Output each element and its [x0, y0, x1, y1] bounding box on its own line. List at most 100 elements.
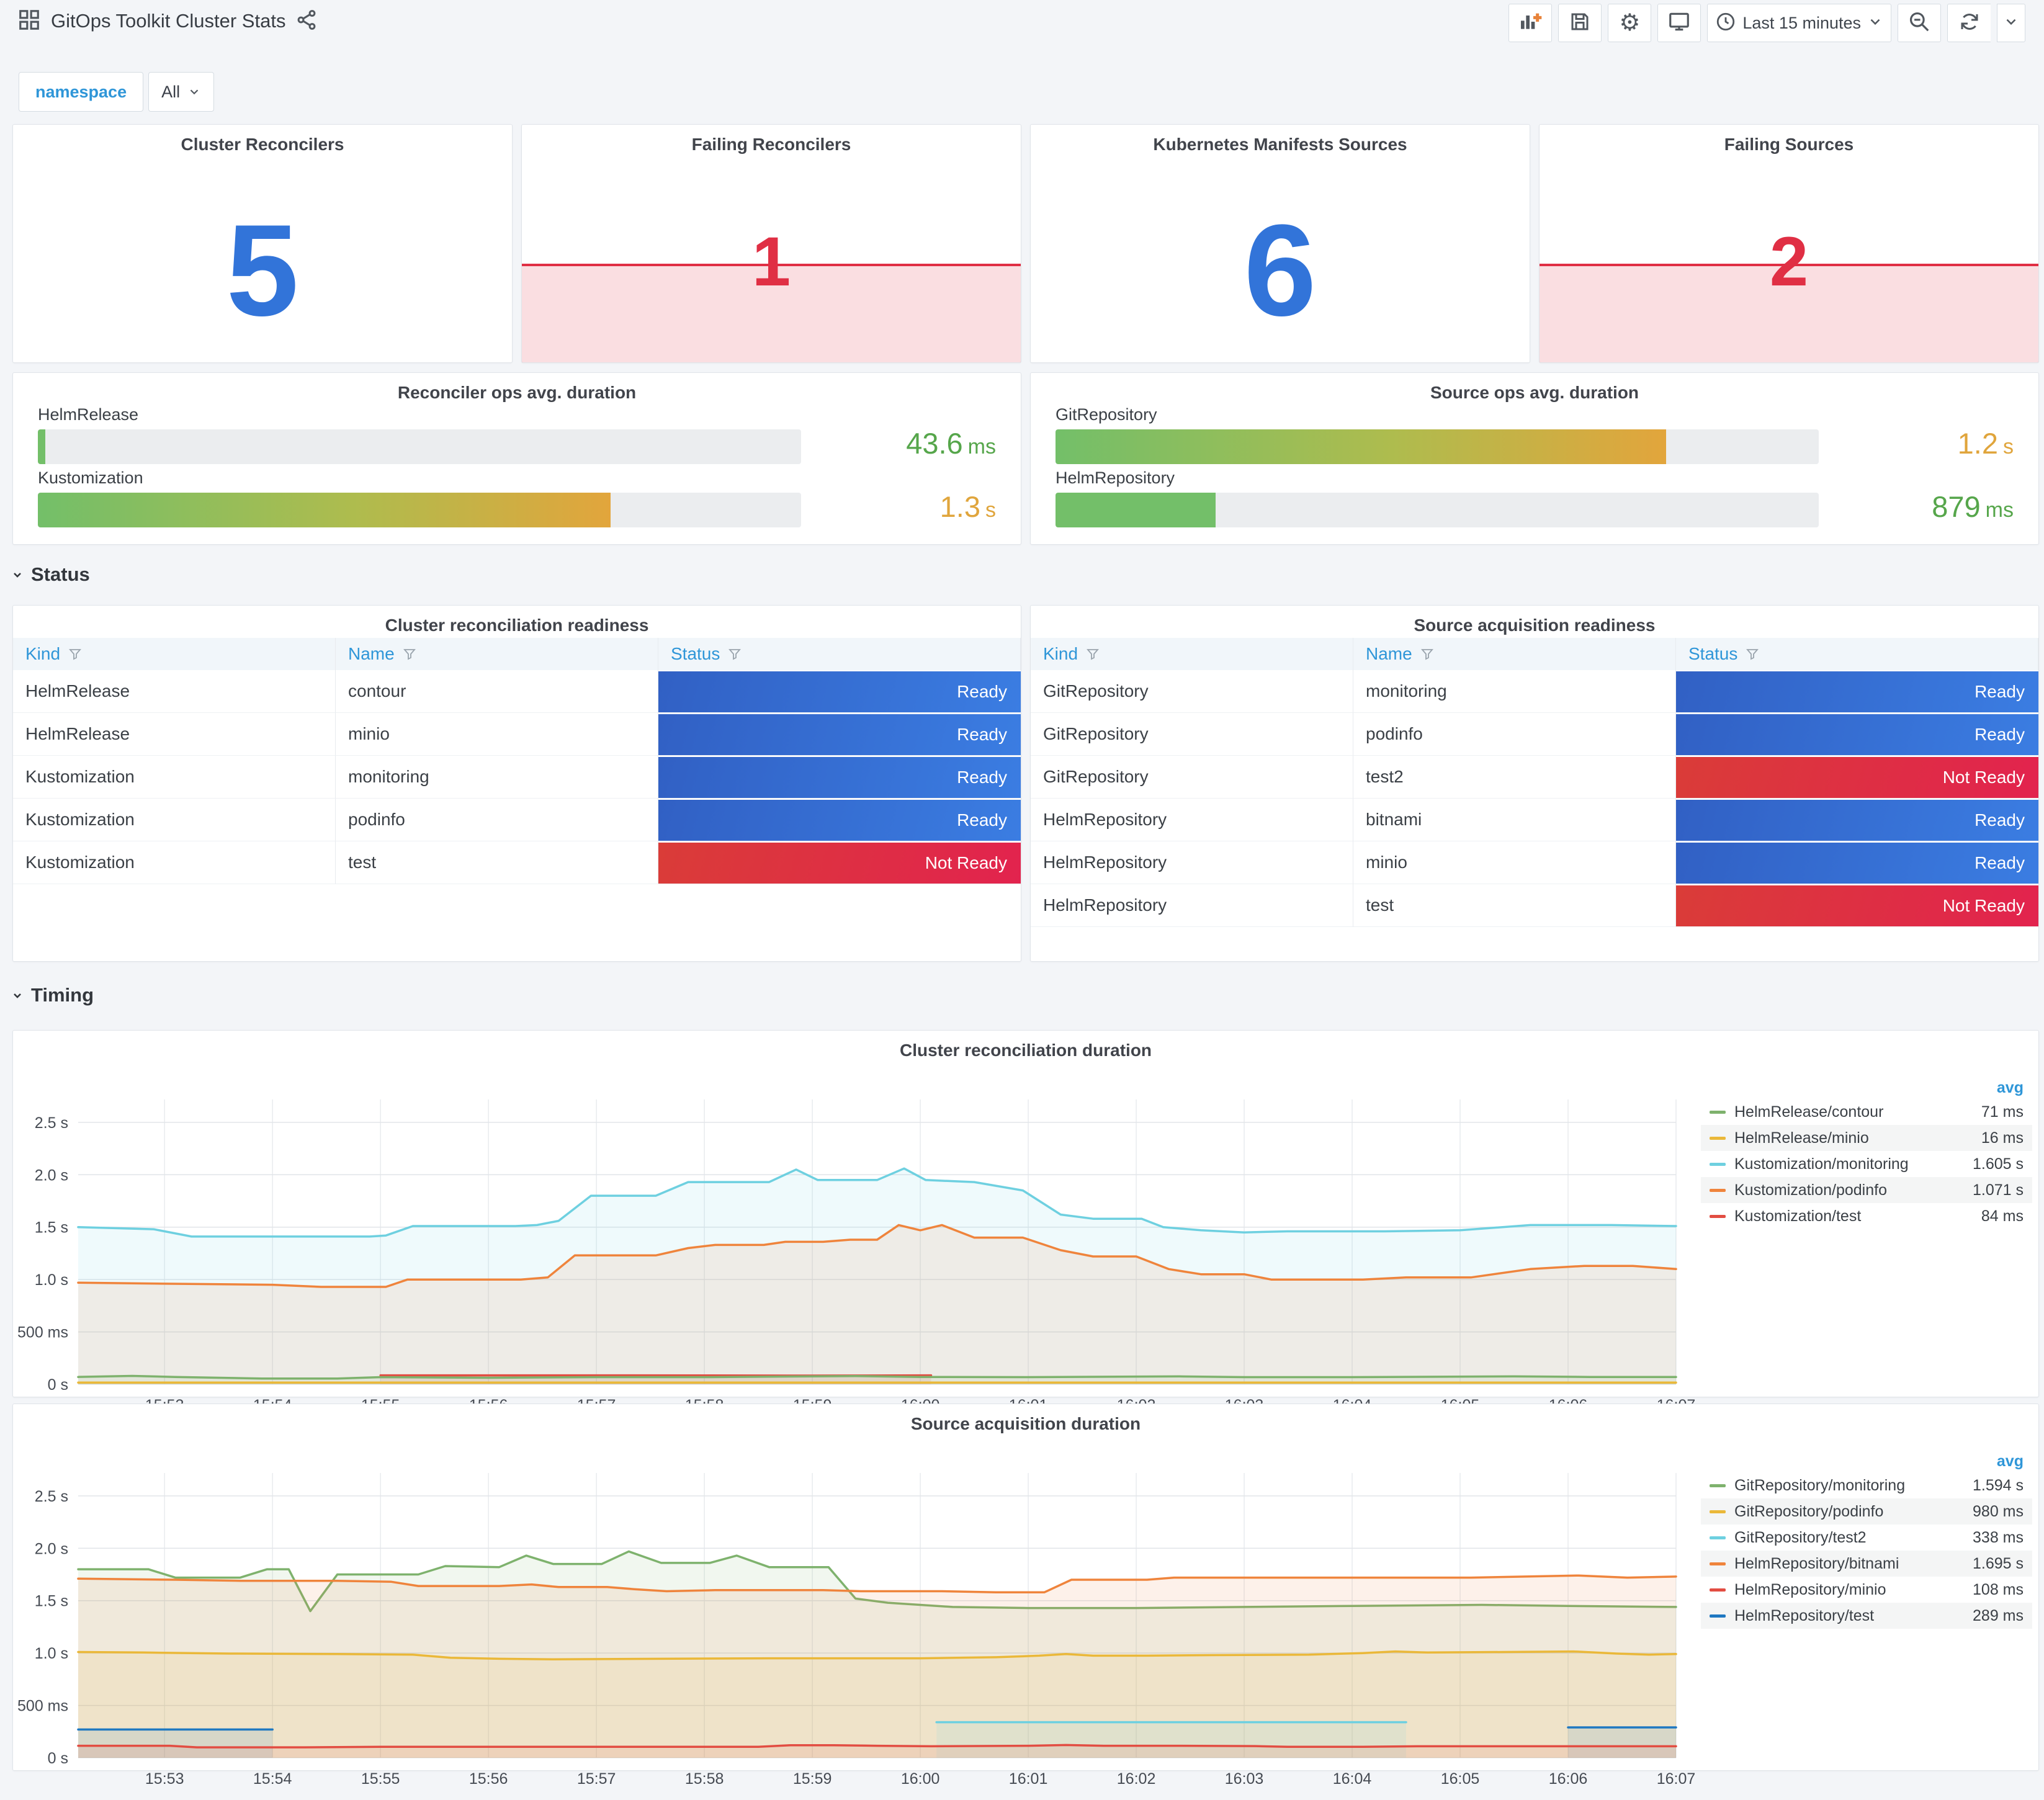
chart-legend: avg GitRepository/monitoring 1.594 s GitRep…: [1701, 1450, 2032, 1629]
dashboard-grid-icon[interactable]: [17, 8, 41, 35]
zoom-out-icon: [1907, 10, 1931, 37]
svg-text:15:56: 15:56: [469, 1770, 508, 1788]
column-header-kind[interactable]: Kind: [1031, 638, 1353, 670]
chart-legend: avg HelmRelease/contour 71 ms HelmRelease/m…: [1701, 1077, 2032, 1229]
panel-title[interactable]: Source acquisition duration: [13, 1404, 2038, 1434]
time-range-picker[interactable]: Last 15 minutes: [1707, 4, 1891, 42]
filter-icon[interactable]: [68, 647, 83, 661]
table-cell-kind: HelmRelease: [13, 670, 336, 713]
status-badge: Ready: [1676, 671, 2038, 712]
column-header-name[interactable]: Name: [336, 638, 658, 670]
legend-series-label[interactable]: HelmRelease/contour: [1734, 1103, 1981, 1121]
table-cell-name: contour: [336, 670, 658, 713]
kiosk-mode-button[interactable]: [1657, 4, 1701, 42]
chevron-down-icon: [2003, 14, 2019, 33]
column-header-label: Name: [1366, 644, 1412, 663]
timing-section-toggle[interactable]: Timing: [10, 984, 94, 1006]
column-header-kind[interactable]: Kind: [13, 638, 336, 670]
panel-title[interactable]: Failing Sources: [1540, 125, 2038, 154]
table-cell-kind: Kustomization: [13, 799, 336, 841]
panel-title[interactable]: Source ops avg. duration: [1031, 373, 2038, 403]
series-color-dash: [1710, 1110, 1726, 1114]
status-badge: Ready: [658, 756, 1021, 798]
panel-title[interactable]: Cluster reconciliation readiness: [13, 606, 1021, 635]
legend-avg-header[interactable]: avg: [1701, 1077, 2032, 1099]
status-badge: Ready: [658, 714, 1021, 755]
legend-series-avg: 1.605 s: [1972, 1155, 2024, 1173]
panel-title[interactable]: Cluster reconciliation duration: [13, 1031, 2038, 1060]
status-section-label: Status: [31, 563, 90, 585]
legend-series-label[interactable]: HelmRepository/test: [1734, 1607, 1973, 1625]
legend-series-label[interactable]: Kustomization/podinfo: [1734, 1181, 1973, 1199]
namespace-variable-select[interactable]: All: [148, 72, 215, 112]
filter-icon[interactable]: [1420, 647, 1435, 661]
legend-series-label[interactable]: GitRepository/podinfo: [1734, 1503, 1973, 1521]
dashboard-settings-button[interactable]: ⚙: [1608, 4, 1652, 42]
gauge-value: 43.6 ms: [906, 426, 996, 460]
table-cell-name: monitoring: [1353, 670, 1676, 713]
legend-series-label[interactable]: HelmRelease/minio: [1734, 1129, 1981, 1147]
table-cell-status: Ready: [1676, 799, 2038, 841]
legend-item: Kustomization/monitoring 1.605 s: [1701, 1151, 2032, 1177]
zoom-out-button[interactable]: [1898, 4, 1941, 42]
status-section-toggle[interactable]: Status: [10, 563, 90, 586]
save-dashboard-button[interactable]: [1558, 4, 1602, 42]
column-header-label: Kind: [25, 644, 61, 663]
namespace-variable-value: All: [161, 82, 181, 101]
table-cell-status: Ready: [658, 799, 1021, 841]
status-badge: Not Ready: [658, 842, 1021, 884]
table: Kind Name Status HelmRelease contour Ready Hel…: [13, 638, 1021, 884]
filter-icon[interactable]: [1085, 647, 1100, 661]
table-cell-kind: GitRepository: [1031, 756, 1353, 799]
panel-title[interactable]: Source acquisition readiness: [1031, 606, 2038, 635]
table-panel-1: Source acquisition readiness Kind Name Stat…: [1030, 605, 2039, 962]
refresh-interval-dropdown[interactable]: [1997, 4, 2025, 42]
column-header-status[interactable]: Status: [1676, 638, 2038, 670]
table-cell-name: bitnami: [1353, 799, 1676, 841]
table-cell-kind: GitRepository: [1031, 670, 1353, 713]
panel-title[interactable]: Failing Reconcilers: [522, 125, 1021, 154]
legend-series-avg: 980 ms: [1973, 1502, 2024, 1520]
gauge-row: Kustomization 1.3 s: [38, 468, 996, 527]
legend-series-label[interactable]: HelmRepository/bitnami: [1734, 1555, 1973, 1573]
legend-series-label[interactable]: GitRepository/test2: [1734, 1529, 1973, 1547]
svg-text:1.0 s: 1.0 s: [35, 1271, 68, 1289]
table-cell-kind: HelmRelease: [13, 713, 336, 756]
svg-text:16:01: 16:01: [1009, 1770, 1048, 1788]
time-range-label: Last 15 minutes: [1742, 13, 1861, 32]
gear-icon: ⚙: [1619, 10, 1641, 36]
panel-title[interactable]: Cluster Reconcilers: [13, 125, 512, 154]
svg-text:1.5 s: 1.5 s: [35, 1219, 68, 1237]
stat-value: 2: [1769, 222, 1809, 300]
filter-icon[interactable]: [402, 647, 417, 661]
legend-series-label[interactable]: GitRepository/monitoring: [1734, 1477, 1973, 1495]
gauge-value-unit: ms: [1985, 498, 2014, 522]
share-icon[interactable]: [295, 9, 318, 34]
legend-series-label[interactable]: HelmRepository/minio: [1734, 1581, 1973, 1599]
legend-item: GitRepository/podinfo 980 ms: [1701, 1498, 2032, 1525]
filter-icon[interactable]: [727, 647, 742, 661]
legend-avg-header[interactable]: avg: [1701, 1450, 2032, 1472]
svg-text:16:04: 16:04: [1333, 1770, 1372, 1788]
table-cell-name: minio: [1353, 841, 1676, 884]
add-panel-button[interactable]: [1508, 4, 1553, 42]
table-cell-status: Ready: [1676, 841, 2038, 884]
refresh-button[interactable]: [1947, 4, 1991, 42]
stat-panel-0: Cluster Reconcilers 5: [12, 124, 513, 363]
timeseries-panel-1: Source acquisition duration 0 s 500 ms 1.0 …: [12, 1404, 2039, 1788]
filter-icon[interactable]: [1745, 647, 1760, 661]
panel-title[interactable]: Reconciler ops avg. duration: [13, 373, 1021, 403]
svg-text:16:03: 16:03: [1225, 1770, 1264, 1788]
legend-series-label[interactable]: Kustomization/monitoring: [1734, 1155, 1973, 1173]
column-header-status[interactable]: Status: [658, 638, 1021, 670]
column-header-name[interactable]: Name: [1353, 638, 1676, 670]
svg-text:0 s: 0 s: [48, 1376, 68, 1394]
panel-title[interactable]: Kubernetes Manifests Sources: [1031, 125, 1530, 154]
legend-series-label[interactable]: Kustomization/test: [1734, 1207, 1981, 1225]
table-cell-name: podinfo: [336, 799, 658, 841]
gauge-row-label: HelmRelease: [38, 405, 139, 424]
series-color-dash: [1710, 1162, 1726, 1166]
svg-text:1.5 s: 1.5 s: [35, 1593, 68, 1610]
svg-text:2.5 s: 2.5 s: [35, 1488, 68, 1505]
series-color-dash: [1710, 1562, 1726, 1565]
